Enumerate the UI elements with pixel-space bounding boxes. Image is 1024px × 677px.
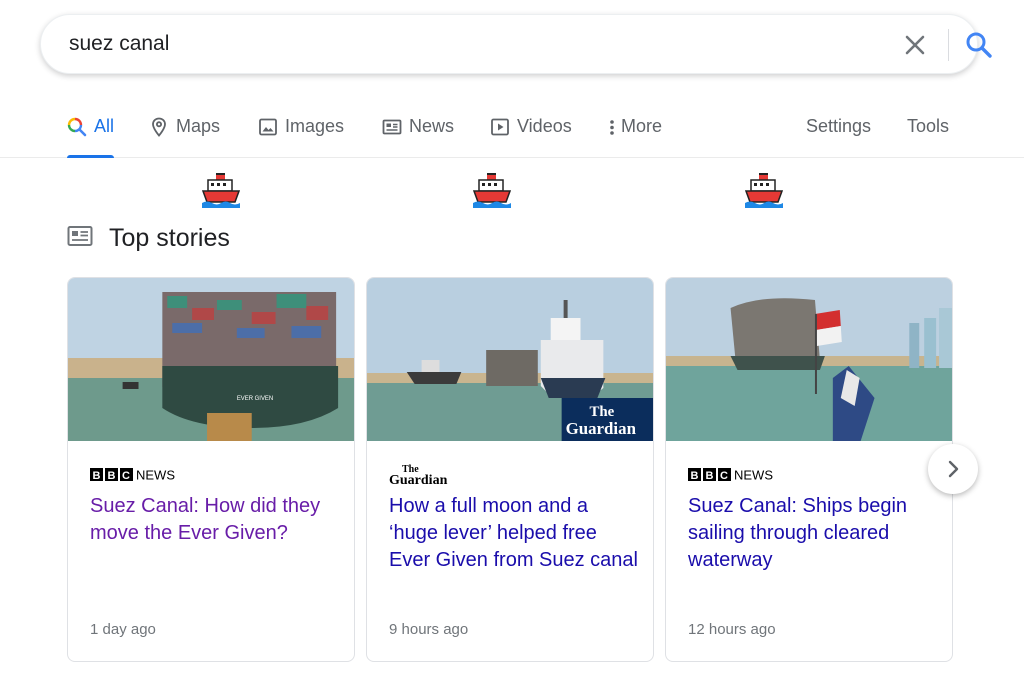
- news-thumbnail: EVER GIVEN: [68, 278, 354, 441]
- tab-label: Videos: [517, 116, 572, 136]
- news-time: 12 hours ago: [688, 621, 776, 638]
- svg-text:C: C: [720, 470, 728, 482]
- ship-icon: [473, 173, 511, 208]
- svg-text:B: B: [93, 470, 101, 482]
- guardian-watermark: Guardian: [566, 419, 637, 438]
- top-stories-header: Top stories: [67, 224, 230, 253]
- search-divider: [948, 29, 949, 61]
- search-icon: [67, 117, 87, 137]
- ship-icon: [202, 173, 240, 208]
- kebab-icon: [607, 117, 617, 137]
- next-stories-button[interactable]: [928, 444, 978, 494]
- tab-maps[interactable]: Maps: [149, 116, 220, 158]
- news-headline[interactable]: Suez Canal: How did they move the Ever G…: [90, 493, 340, 547]
- map-pin-icon: [149, 117, 169, 137]
- guardian-watermark: The: [589, 404, 614, 420]
- news-thumbnail: [666, 278, 952, 441]
- news-time: 9 hours ago: [389, 621, 469, 638]
- tab-label: Maps: [176, 116, 221, 136]
- source-logo: The Guardian: [389, 462, 469, 488]
- tab-all[interactable]: All: [67, 116, 115, 158]
- search-input[interactable]: suez canal: [69, 32, 169, 56]
- svg-text:C: C: [122, 470, 130, 482]
- newspaper-icon: [67, 225, 93, 252]
- svg-text:NEWS: NEWS: [734, 468, 773, 483]
- tab-news[interactable]: News: [382, 116, 454, 158]
- news-card[interactable]: B B C NEWS Suez Canal: Ships begin saili…: [665, 277, 953, 662]
- news-card[interactable]: The Guardian The Guardian How a full moo…: [366, 277, 654, 662]
- svg-text:NEWS: NEWS: [136, 468, 175, 483]
- tab-label: News: [409, 116, 455, 136]
- tab-label: All: [94, 116, 115, 136]
- news-time: 1 day ago: [90, 621, 156, 638]
- tools-link[interactable]: Tools: [907, 116, 949, 137]
- tab-videos[interactable]: Videos: [490, 116, 572, 158]
- ship-name-label: EVER GIVEN: [237, 396, 273, 402]
- image-icon: [258, 117, 278, 137]
- news-headline[interactable]: How a full moon and a ‘huge lever’ helpe…: [389, 493, 639, 574]
- tab-label: Images: [285, 116, 345, 136]
- tab-label: More: [621, 116, 663, 136]
- settings-link[interactable]: Settings: [806, 116, 871, 137]
- svg-text:B: B: [108, 470, 116, 482]
- search-tabs: All Maps Images News Videos More Setting…: [0, 100, 1024, 158]
- source-logo: B B C NEWS: [688, 462, 778, 486]
- ship-icon: [745, 173, 783, 208]
- clear-icon[interactable]: [901, 31, 929, 59]
- top-stories-title: Top stories: [109, 224, 230, 252]
- news-thumbnail: The Guardian: [367, 278, 653, 441]
- search-icon[interactable]: [963, 29, 995, 61]
- play-icon: [490, 117, 510, 137]
- chevron-right-icon: [948, 460, 959, 478]
- tab-more[interactable]: More: [607, 116, 662, 158]
- news-card[interactable]: EVER GIVEN B B C NEWS Suez Canal: How di…: [67, 277, 355, 662]
- svg-text:Guardian: Guardian: [389, 473, 448, 486]
- source-logo: B B C NEWS: [90, 462, 180, 486]
- newspaper-icon: [382, 117, 402, 137]
- news-headline[interactable]: Suez Canal: Ships begin sailing through …: [688, 493, 938, 574]
- svg-text:B: B: [691, 470, 699, 482]
- tab-images[interactable]: Images: [258, 116, 344, 158]
- svg-text:B: B: [706, 470, 714, 482]
- search-box[interactable]: suez canal: [40, 14, 992, 74]
